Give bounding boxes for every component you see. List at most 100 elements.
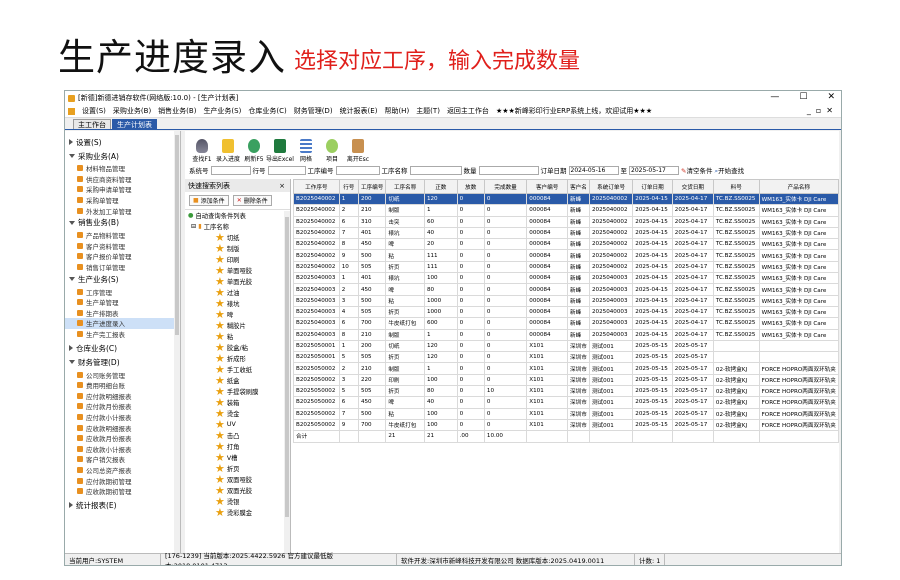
sidebar-group[interactable]: 销售业务(B) [65,216,180,230]
table-cell[interactable]: 粘 [385,294,425,307]
table-cell[interactable]: 0 [456,373,485,387]
table-cell[interactable]: TC.BZ.SS0025 [712,272,760,285]
table-cell[interactable]: B2025050002 [293,407,340,420]
sidebar-item[interactable]: 采购申请单管理 [65,184,180,195]
sidebar-item[interactable]: 材料物品管理 [65,163,180,174]
table-cell[interactable]: B2025040002 [293,226,340,240]
table-cell[interactable]: FORCE HOPRO两面双环轨夹 [758,385,839,398]
table-cell[interactable]: 40 [423,226,458,240]
table-cell[interactable]: B2025040002 [293,238,340,251]
table-cell[interactable]: 深圳市 [567,407,590,420]
table-cell[interactable]: TC.BZ.SS0025 [712,204,760,217]
table-cell[interactable]: 测试001 [588,407,634,420]
table-cell[interactable]: TC.BZ.SS0025 [712,328,760,341]
table-cell[interactable]: 000084 [526,305,568,319]
tree-item[interactable]: ★ V槽 [215,452,290,463]
tree-item[interactable]: ★ 烫彩膜金 [215,507,290,518]
table-cell[interactable]: 2025-04-15 [632,294,673,307]
table-cell[interactable]: 2025-05-17 [671,396,714,409]
table-cell[interactable]: 测试001 [588,385,634,398]
table-cell[interactable]: 测试001 [588,373,634,387]
menu-warehouse[interactable]: 仓库业务(C) [248,106,286,116]
column-header[interactable]: 完成数量 [483,179,528,194]
table-cell[interactable]: B2025050002 [293,396,340,409]
table-cell[interactable]: B2025040002 [293,249,340,262]
menu-production[interactable]: 生产业务(S) [203,106,241,116]
table-cell[interactable]: 02-软拷盒KJ [712,362,760,375]
table-row[interactable]: B2025050001 5 505 折页 120 0 0 X101 深圳市 测试001 2025-0… [293,351,839,364]
table-cell[interactable]: 2025-05-17 [671,362,714,375]
table-row[interactable]: B2025040002 7 401 裱坑 40 0 0 000084 新峰 2025040002 2… [293,226,839,240]
date-from-input[interactable]: 2024-05-16 [568,165,619,175]
table-cell[interactable]: 0 [483,351,528,364]
table-cell[interactable]: WM163_实体卡 DJI Care [758,260,839,274]
table-cell[interactable]: 0 [456,204,485,217]
table-cell[interactable]: 100 [423,418,458,432]
table-row[interactable]: B2025040003 6 700 牛皮纸打包 600 0 0 000084 新峰 2025040… [293,317,839,330]
table-cell[interactable]: 2025-04-15 [632,226,673,240]
table-cell[interactable]: 新峰 [567,260,590,274]
table-cell[interactable]: 505 [357,385,387,398]
table-cell[interactable]: B2025040003 [293,305,340,319]
table-cell[interactable]: 80 [423,283,458,296]
table-cell[interactable]: WM163_实体卡 DJI Care [758,328,839,341]
menu-finance[interactable]: 财务管理(D) [294,106,333,116]
table-cell[interactable]: 2025-05-17 [671,351,714,364]
table-cell[interactable]: 啤 [385,238,425,251]
sys-input[interactable] [210,165,251,175]
table-cell[interactable]: 111 [423,249,458,262]
table-cell[interactable]: 新峰 [567,283,590,296]
table-cell[interactable]: 0 [483,204,528,217]
table-cell[interactable]: WM163_实体卡 DJI Care [758,238,839,251]
table-cell[interactable]: 0 [483,362,528,375]
table-row[interactable]: B2025040003 3 500 粘 1000 0 0 000084 新峰 2025040003… [293,294,839,307]
sidebar-group[interactable]: 财务管理(D) [65,355,180,369]
table-cell[interactable]: 2025-05-15 [632,351,673,364]
table-cell[interactable]: 0 [456,362,485,375]
tree-item[interactable]: ★ UV [215,419,290,430]
table-cell[interactable]: 折页 [385,385,425,398]
table-cell[interactable]: 制版 [385,362,425,375]
table-cell[interactable]: 200 [357,339,387,353]
table-cell[interactable]: TC.BZ.SS0025 [712,192,760,206]
table-cell[interactable]: 2025-04-17 [671,226,714,240]
table-cell[interactable]: 新峰 [567,226,590,240]
sidebar-item[interactable]: 应收款月份报表 [65,433,180,444]
table-cell[interactable]: 2025040003 [588,283,634,296]
table-cell[interactable]: 2025-04-15 [632,249,673,262]
menu-sales[interactable]: 销售业务(B) [158,106,196,116]
table-cell[interactable]: B2025040002 [293,204,340,217]
table-cell[interactable]: 6 [338,396,359,409]
sidebar-item[interactable]: 应付款期初管理 [65,475,180,486]
proc-no-input[interactable] [335,165,380,175]
table-cell[interactable]: 2025040003 [588,328,634,341]
table-cell[interactable]: 粘 [385,249,425,262]
table-cell[interactable]: 2025-05-17 [671,418,714,432]
tree-item[interactable]: ★ 胶盒/粘 [215,342,290,353]
sidebar-item[interactable]: 应收款明细报表 [65,422,180,433]
table-cell[interactable]: 2025040002 [588,260,634,274]
table-cell[interactable]: 2025-04-17 [671,317,714,330]
sidebar-item[interactable]: 费用明细台账 [65,380,180,391]
table-cell[interactable]: 0 [483,305,528,319]
sidebar-item[interactable]: 应收款小计报表 [65,443,180,454]
minimize-button[interactable]: — [770,92,779,102]
table-cell[interactable]: 1 [338,272,359,285]
tree-item[interactable]: ★ 打角 [215,441,290,452]
tree-item[interactable]: ★ 折成形 [215,353,290,364]
table-cell[interactable]: 10 [338,260,359,274]
table-cell[interactable]: WM163_实体卡 DJI Care [758,317,839,330]
table-cell[interactable]: 深圳市 [567,351,590,364]
menu-purchase[interactable]: 采购业务(B) [113,106,151,116]
table-cell[interactable]: 210 [357,328,387,341]
mdi-restore-button[interactable]: ▫ [816,106,821,115]
column-header[interactable]: 工序名称 [385,179,425,194]
table-cell[interactable]: 000084 [526,272,568,285]
table-cell[interactable]: 0 [483,339,528,353]
column-header[interactable]: 料号 [712,179,760,194]
table-cell[interactable]: 2025-04-17 [671,328,714,341]
table-cell[interactable]: 2025-04-17 [671,272,714,285]
table-cell[interactable]: X101 [526,407,568,420]
table-cell[interactable]: TC.BZ.SS0025 [712,226,760,240]
table-cell[interactable]: B2025040003 [293,328,340,341]
